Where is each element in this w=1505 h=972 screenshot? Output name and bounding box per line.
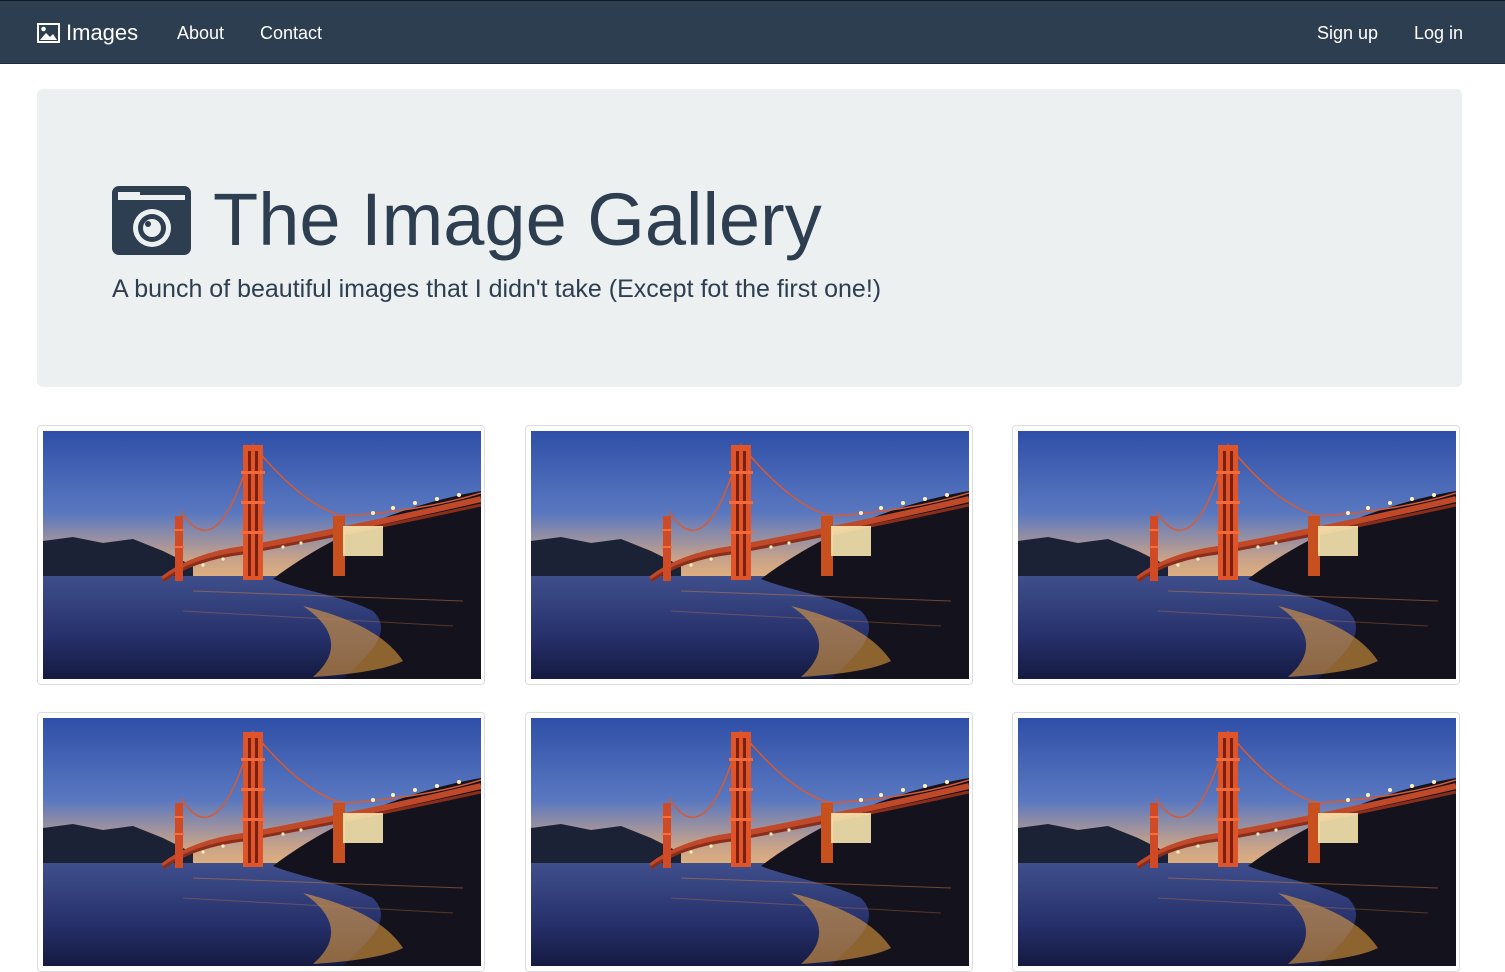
bridge-photo <box>1018 431 1456 679</box>
gallery-thumbnail[interactable] <box>1012 712 1460 972</box>
page-title-text: The Image Gallery <box>213 178 822 261</box>
picture-icon <box>37 23 60 43</box>
page-subtitle: A bunch of beautiful images that I didn'… <box>112 275 882 303</box>
brand-link[interactable]: Images <box>37 19 138 47</box>
bridge-photo <box>531 718 969 966</box>
nav-link-contact[interactable]: Contact <box>260 22 322 44</box>
bridge-photo <box>43 718 481 966</box>
bridge-photo <box>531 431 969 679</box>
page-title: The Image Gallery <box>112 175 822 265</box>
navbar: Images About Contact Sign up Log in <box>0 0 1505 64</box>
gallery-thumbnail[interactable] <box>525 712 973 972</box>
jumbotron: The Image Gallery A bunch of beautiful i… <box>37 89 1462 387</box>
gallery-thumbnail[interactable] <box>525 425 973 685</box>
bridge-photo <box>1018 718 1456 966</box>
camera-icon <box>112 185 191 255</box>
nav-link-about[interactable]: About <box>177 22 224 44</box>
brand-label: Images <box>66 20 139 45</box>
gallery-thumbnail[interactable] <box>37 712 485 972</box>
bridge-photo <box>43 431 481 679</box>
gallery-thumbnail[interactable] <box>1012 425 1460 685</box>
sign-up-link[interactable]: Sign up <box>1317 22 1378 44</box>
log-in-link[interactable]: Log in <box>1414 22 1463 44</box>
gallery-thumbnail[interactable] <box>37 425 485 685</box>
